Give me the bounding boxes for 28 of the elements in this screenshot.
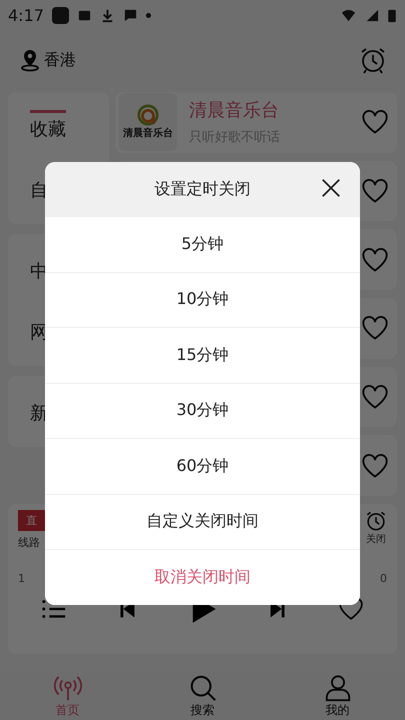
app-notification-icon <box>52 6 69 24</box>
line-label: 线路 <box>18 535 41 550</box>
signal-icon <box>364 8 379 22</box>
wifi-icon <box>341 8 356 22</box>
status-time: 4:17 <box>8 6 44 24</box>
station-name: 清晨音乐台 <box>189 99 280 122</box>
location-label[interactable]: 香港 <box>44 50 76 70</box>
more-dot-icon <box>146 12 151 18</box>
timer-label: 关闭 <box>366 532 386 546</box>
category-item[interactable]: 收藏 <box>30 110 66 141</box>
alarm-clock-icon[interactable] <box>365 510 387 532</box>
elapsed-time: 1 <box>18 572 25 585</box>
alarm-clock-icon[interactable] <box>359 46 387 74</box>
location-pin-icon <box>18 48 42 72</box>
total-time: 0 <box>380 572 387 585</box>
user-icon <box>324 674 352 702</box>
close-icon[interactable] <box>320 177 342 199</box>
nav-tab[interactable]: 搜索 <box>135 672 270 720</box>
broadcast-icon <box>54 674 82 702</box>
search-icon <box>188 674 216 702</box>
timer-option[interactable]: 取消关闭时间 <box>45 549 360 604</box>
nav-tab[interactable]: 我的 <box>270 672 405 720</box>
category-item[interactable]: 新 <box>30 394 48 425</box>
logo-text: 清晨音乐台 <box>123 126 173 140</box>
dialog-title: 设置定时关闭 <box>154 178 250 200</box>
nav-tab[interactable]: 首页 <box>0 672 135 720</box>
category-item[interactable]: 自 <box>30 171 48 202</box>
battery-icon <box>387 8 397 22</box>
